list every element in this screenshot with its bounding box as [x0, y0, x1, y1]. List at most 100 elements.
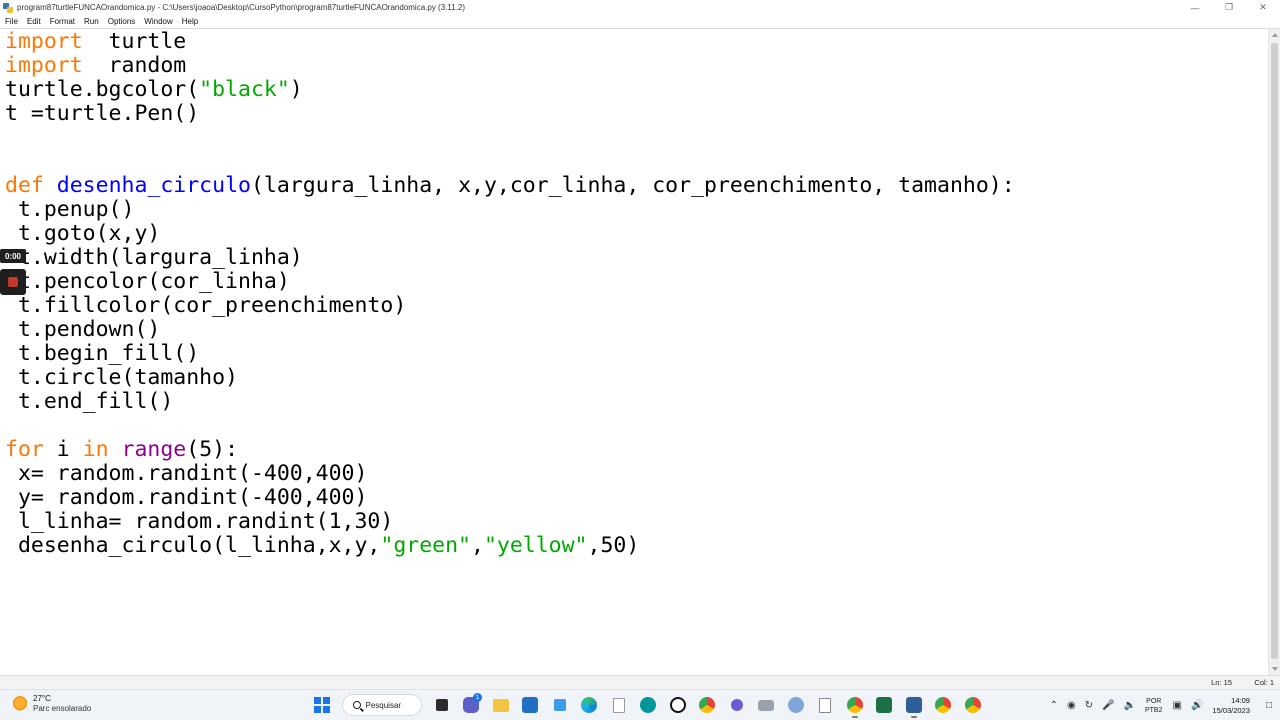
menu-edit[interactable]: Edit [22, 17, 45, 26]
code-token: in [82, 437, 109, 462]
chat-badge: 1 [473, 693, 482, 702]
code-token: (5): [186, 437, 239, 462]
excel-button[interactable] [874, 695, 894, 715]
dell-button[interactable] [668, 695, 688, 715]
scroll-down-icon[interactable] [1272, 667, 1278, 671]
r-icon [787, 697, 804, 713]
code-line[interactable] [5, 414, 1015, 438]
volume-icon[interactable]: 🔊 [1191, 700, 1203, 711]
code-token: t.end_fill() [5, 389, 174, 414]
edge-button[interactable] [579, 695, 599, 715]
notification-icon[interactable]: □ [1266, 700, 1272, 711]
code-line[interactable]: y= random.randint(-400,400) [5, 486, 1015, 510]
code-line[interactable]: turtle.bgcolor("black") [5, 78, 1015, 102]
taskbar-search[interactable]: Pesquisar [341, 694, 422, 716]
code-line[interactable]: t.begin_fill() [5, 342, 1015, 366]
store-button[interactable] [520, 695, 540, 715]
code-line[interactable]: t.fillcolor(cor_preenchimento) [5, 294, 1015, 318]
code-line[interactable]: t.end_fill() [5, 390, 1015, 414]
settings-app-button[interactable] [727, 695, 747, 715]
speaker-icon[interactable]: 🔈 [1124, 700, 1136, 711]
microphone-icon[interactable]: 🎤 [1102, 700, 1114, 711]
python-idle-icon [3, 2, 13, 13]
clock-date: 15/03/2023 [1212, 705, 1250, 715]
chrome-profile-button[interactable] [845, 695, 865, 718]
idle-button[interactable] [904, 695, 924, 718]
code-token: i [43, 437, 83, 462]
column-number-status: Col: 1 [1254, 678, 1274, 687]
code-token: desenha_circulo(l_linha,x,y, [5, 533, 381, 558]
code-line[interactable]: x= random.randint(-400,400) [5, 462, 1015, 486]
clock[interactable]: 14:09 15/03/2023 [1212, 696, 1250, 716]
menu-options[interactable]: Options [103, 17, 140, 26]
code-line[interactable]: t.penup() [5, 198, 1015, 222]
code-token: "yellow" [483, 533, 588, 558]
code-token: import [5, 53, 83, 78]
gear-icon [730, 699, 743, 711]
search-label: Pesquisar [365, 700, 402, 710]
code-line[interactable]: def desenha_circulo(largura_linha, x,y,c… [5, 174, 1015, 198]
code-token: t.goto(x,y) [5, 221, 161, 246]
code-line[interactable]: import random [5, 54, 1015, 78]
r-app-button[interactable] [786, 695, 806, 715]
code-line[interactable]: for i in range(5): [5, 438, 1015, 462]
scroll-up-icon[interactable] [1272, 33, 1278, 37]
input-language[interactable]: POR PTB2 [1145, 697, 1163, 715]
code-line[interactable] [5, 126, 1015, 150]
code-line[interactable]: t =turtle.Pen() [5, 102, 1015, 126]
code-line[interactable]: t.circle(tamanho) [5, 366, 1015, 390]
system-tray: ⌃ ◉ ↻ 🎤 🔈 POR PTB2 ▣ 🔊 14:09 15/03/2023 … [1050, 690, 1280, 720]
menu-run[interactable]: Run [79, 17, 103, 26]
snipping-tool-button[interactable] [550, 695, 570, 715]
notepad-button[interactable] [609, 695, 629, 715]
code-editor[interactable]: import turtle import random turtle.bgcolor… [0, 29, 1268, 675]
network-icon[interactable]: ▣ [1173, 700, 1182, 711]
python-file-button[interactable] [815, 695, 835, 715]
code-line[interactable] [5, 150, 1015, 174]
chat-button[interactable]: 1 [461, 693, 482, 715]
sync-icon[interactable]: ↻ [1085, 700, 1093, 711]
file-explorer-button[interactable] [491, 695, 511, 715]
scrollbar-thumb[interactable] [1271, 43, 1278, 659]
weather-widget[interactable]: 27°C Parc ensolarado [12, 694, 91, 714]
code-line[interactable]: t.goto(x,y) [5, 222, 1015, 246]
menu-window[interactable]: Window [139, 17, 176, 26]
python-icon [905, 697, 922, 713]
stop-recording-button[interactable] [0, 269, 26, 295]
menu-help[interactable]: Help [177, 17, 202, 26]
chrome-icon [699, 697, 715, 713]
code-line[interactable]: t.pendown() [5, 318, 1015, 342]
code-token: ) [289, 77, 303, 102]
chrome-profile2-icon [935, 697, 951, 713]
chrome-profile3-button[interactable] [963, 695, 983, 715]
chrome-profile2-button[interactable] [933, 695, 953, 715]
code-token: turtle.bgcolor( [5, 77, 200, 102]
close-button[interactable]: ✕ [1246, 0, 1280, 15]
code-line[interactable]: import turtle [5, 30, 1015, 54]
code-line[interactable]: desenha_circulo(l_linha,x,y,"green","yel… [5, 534, 1015, 558]
chevron-up-icon[interactable]: ⌃ [1050, 700, 1058, 711]
minimize-button[interactable]: — [1178, 0, 1212, 15]
code-text[interactable]: import turtle import random turtle.bgcolor… [5, 30, 1015, 558]
task-view-button[interactable] [432, 695, 452, 715]
menu-file[interactable]: File [0, 17, 22, 26]
code-line[interactable]: t.pencolor(cor_linha) [5, 270, 1015, 294]
vertical-scrollbar[interactable] [1268, 29, 1280, 675]
menu-format[interactable]: Format [45, 17, 79, 26]
code-line[interactable]: t.width(largura_linha) [5, 246, 1015, 270]
code-token: turtle [82, 29, 187, 54]
menu-bar: File Edit Format Run Options Window Help [0, 15, 1280, 28]
line-number-status: Ln: 15 [1211, 678, 1232, 687]
app-tray-icon[interactable]: ◉ [1067, 700, 1076, 711]
code-token: random [82, 53, 187, 78]
start-button[interactable] [312, 695, 332, 715]
code-token: y= random.randint(-400,400) [5, 485, 368, 510]
chrome-button[interactable] [697, 695, 717, 715]
printer-app-button[interactable] [756, 695, 776, 715]
code-token: t.width(largura_linha) [5, 245, 303, 270]
maximize-button[interactable]: ❐ [1212, 0, 1246, 15]
code-token: l_linha= random.randint(1,30) [5, 509, 394, 534]
code-line[interactable]: l_linha= random.randint(1,30) [5, 510, 1015, 534]
arduino-button[interactable] [638, 695, 658, 715]
